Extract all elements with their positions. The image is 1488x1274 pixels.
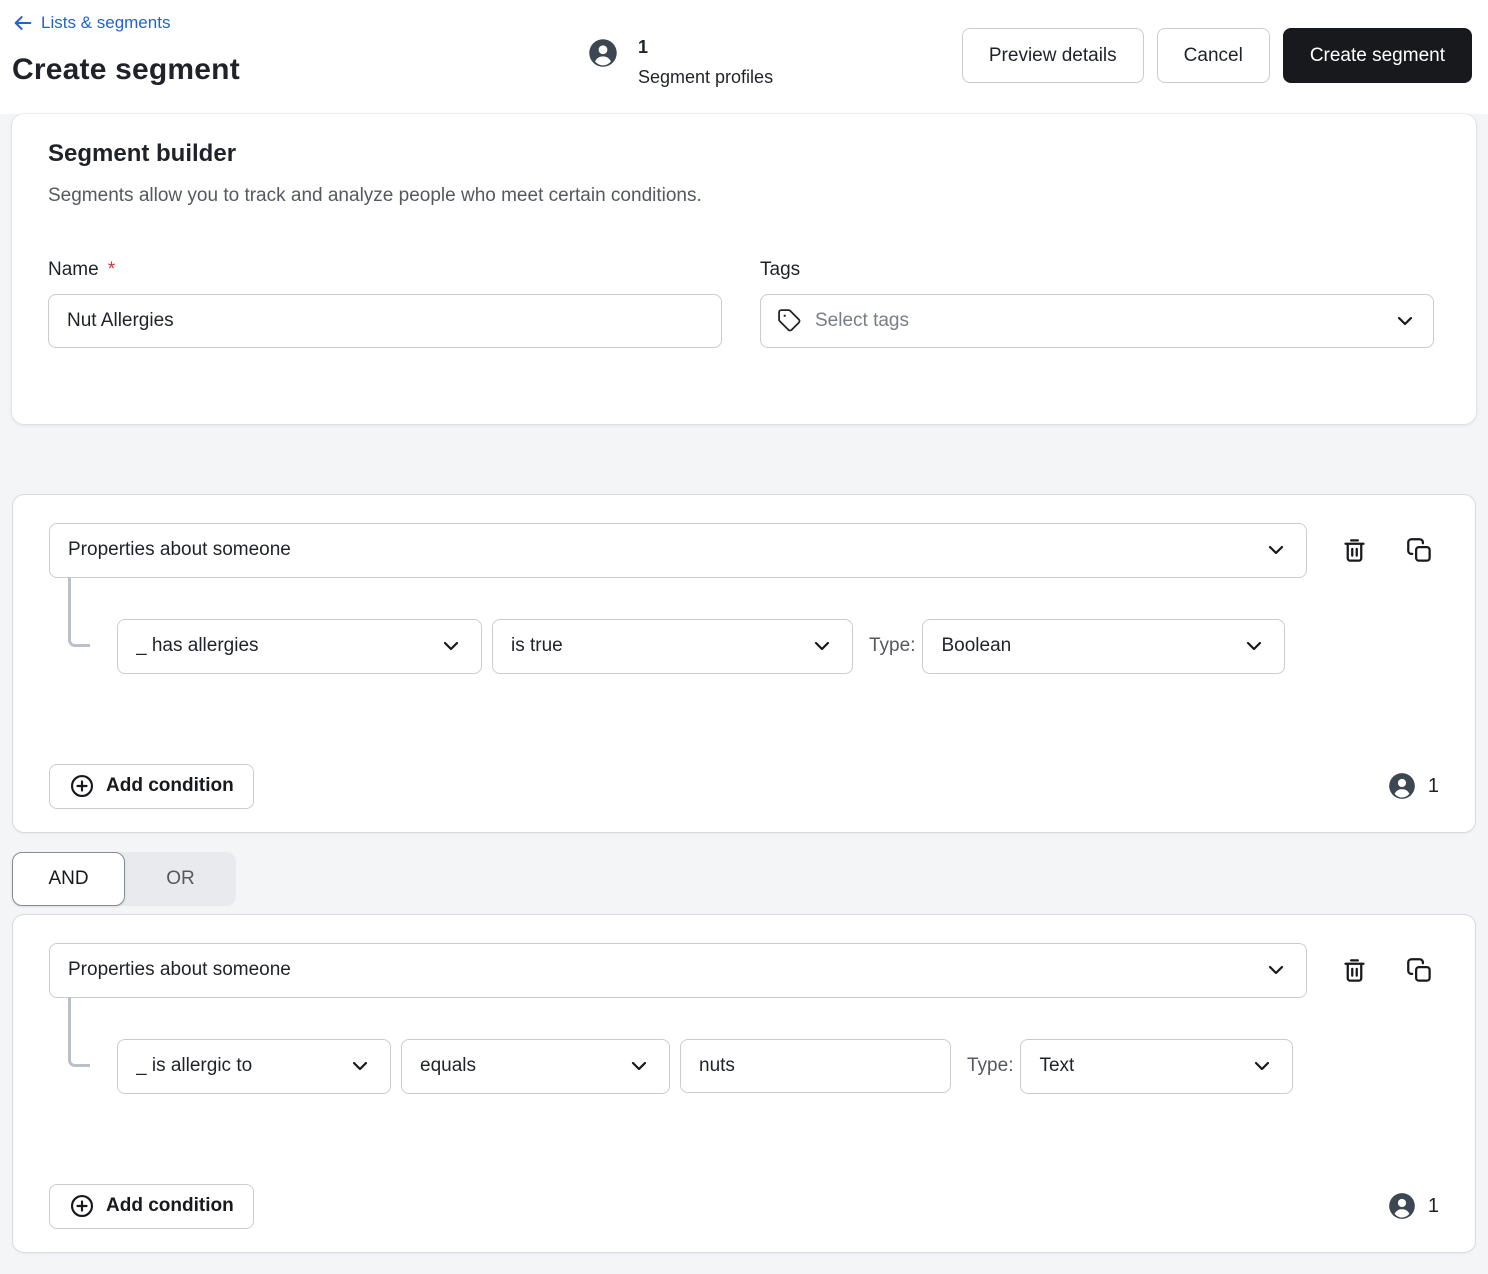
add-condition-label: Add condition — [106, 1195, 234, 1217]
condition-header: Properties about someone — [49, 523, 1439, 578]
and-or-toggle: AND OR — [12, 852, 236, 906]
category-select[interactable]: Properties about someone — [49, 943, 1307, 998]
plus-circle-icon — [69, 1193, 95, 1219]
page-header: Lists & segments Create segment 1 Segmen… — [0, 0, 1488, 114]
create-segment-button[interactable]: Create segment — [1283, 28, 1472, 83]
condition-value-input[interactable] — [680, 1039, 951, 1093]
tag-icon — [777, 308, 802, 333]
add-condition-button[interactable]: Add condition — [49, 1184, 254, 1229]
type-group: Type: Boolean — [869, 619, 1285, 674]
page-title: Create segment — [12, 53, 588, 87]
profile-icon — [1388, 1192, 1416, 1220]
trash-icon — [1341, 537, 1368, 564]
profile-icon — [588, 38, 618, 68]
condition-row: _ is allergic to equals Type: Text — [117, 998, 1439, 1094]
name-label: Name * — [48, 259, 722, 281]
add-condition-button[interactable]: Add condition — [49, 764, 254, 809]
chevron-down-icon — [627, 1054, 651, 1078]
name-label-text: Name — [48, 259, 99, 281]
profile-icon — [1388, 772, 1416, 800]
property-select[interactable]: _ is allergic to — [117, 1039, 391, 1094]
builder-heading: Segment builder — [48, 140, 1434, 168]
property-select-value: _ has allergies — [136, 635, 259, 657]
plus-circle-icon — [69, 773, 95, 799]
category-select-value: Properties about someone — [68, 959, 291, 981]
chevron-down-icon — [1250, 1054, 1274, 1078]
nested-condition-wrap: _ is allergic to equals Type: Text — [49, 998, 1439, 1094]
chevron-down-icon — [1242, 634, 1266, 658]
arrow-left-icon — [12, 12, 34, 34]
chevron-down-icon — [1264, 958, 1288, 982]
tags-label-text: Tags — [760, 259, 800, 281]
back-link[interactable]: Lists & segments — [12, 10, 170, 36]
type-select[interactable]: Boolean — [922, 619, 1285, 674]
tags-input[interactable] — [815, 310, 1380, 332]
profile-count-label: Segment profiles — [638, 67, 773, 88]
group-profile-count-value: 1 — [1428, 775, 1439, 798]
required-asterisk: * — [108, 259, 115, 281]
type-label: Type: — [967, 1055, 1013, 1077]
condition-header: Properties about someone — [49, 943, 1439, 998]
operator-select-value: equals — [420, 1055, 476, 1077]
type-select-value: Boolean — [941, 635, 1011, 657]
group-profile-count: 1 — [1388, 1192, 1439, 1220]
chevron-down-icon — [1393, 309, 1417, 333]
property-select-value: _ is allergic to — [136, 1055, 252, 1077]
nested-condition-wrap: _ has allergies is true Type: Boolean — [49, 578, 1439, 674]
chevron-down-icon — [348, 1054, 372, 1078]
duplicate-condition-button[interactable] — [1402, 533, 1437, 568]
property-select[interactable]: _ has allergies — [117, 619, 482, 674]
type-group: Type: Text — [967, 1039, 1293, 1094]
segment-profiles-stat: 1 Segment profiles — [588, 38, 773, 88]
tags-label: Tags — [760, 259, 1434, 281]
operator-select-value: is true — [511, 635, 563, 657]
profile-count-value: 1 — [638, 38, 773, 58]
name-field-group: Name * — [48, 259, 722, 348]
tags-select[interactable] — [760, 294, 1434, 348]
delete-condition-button[interactable] — [1337, 533, 1372, 568]
add-condition-label: Add condition — [106, 775, 234, 797]
copy-icon — [1406, 957, 1433, 984]
back-link-label: Lists & segments — [41, 13, 170, 33]
condition-row: _ has allergies is true Type: Boolean — [117, 578, 1439, 674]
chevron-down-icon — [1264, 538, 1288, 562]
chevron-down-icon — [810, 634, 834, 658]
type-label: Type: — [869, 635, 915, 657]
and-toggle-button[interactable]: AND — [12, 852, 125, 906]
condition-group-1: Properties about someone _ has allergies — [12, 494, 1476, 833]
builder-description: Segments allow you to track and analyze … — [48, 185, 1434, 207]
header-actions: Preview details Cancel Create segment — [962, 28, 1472, 83]
operator-select[interactable]: is true — [492, 619, 853, 674]
condition-footer: Add condition 1 — [49, 1184, 1439, 1229]
tags-field-group: Tags — [760, 259, 1434, 348]
profile-stat-text: 1 Segment profiles — [638, 38, 773, 88]
duplicate-condition-button[interactable] — [1402, 953, 1437, 988]
cancel-button[interactable]: Cancel — [1157, 28, 1270, 83]
segment-name-input[interactable] — [48, 294, 722, 348]
type-select-value: Text — [1039, 1055, 1074, 1077]
segment-builder-card: Segment builder Segments allow you to tr… — [12, 114, 1476, 424]
or-toggle-button[interactable]: OR — [125, 852, 236, 906]
delete-condition-button[interactable] — [1337, 953, 1372, 988]
chevron-down-icon — [439, 634, 463, 658]
connector-line — [68, 577, 90, 647]
preview-details-button[interactable]: Preview details — [962, 28, 1144, 83]
category-select-value: Properties about someone — [68, 539, 291, 561]
header-left: Lists & segments Create segment — [12, 10, 588, 87]
builder-fields-row: Name * Tags — [48, 259, 1434, 348]
condition-footer: Add condition 1 — [49, 764, 1439, 809]
trash-icon — [1341, 957, 1368, 984]
type-select[interactable]: Text — [1020, 1039, 1293, 1094]
copy-icon — [1406, 537, 1433, 564]
group-profile-count: 1 — [1388, 772, 1439, 800]
operator-select[interactable]: equals — [401, 1039, 670, 1094]
category-select[interactable]: Properties about someone — [49, 523, 1307, 578]
group-profile-count-value: 1 — [1428, 1195, 1439, 1218]
connector-line — [68, 997, 90, 1067]
condition-group-2: Properties about someone _ is allergic t… — [12, 914, 1476, 1253]
